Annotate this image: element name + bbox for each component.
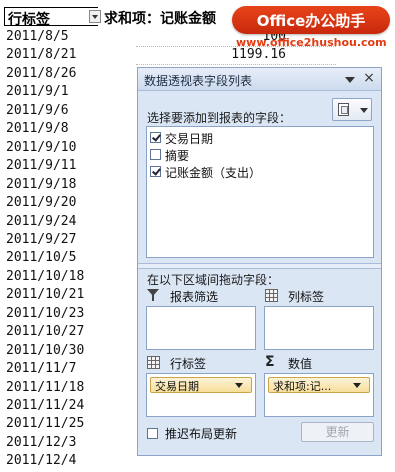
row-date-cell[interactable]: 2011/9/18 <box>6 177 76 192</box>
row-date-cell[interactable]: 2011/9/11 <box>6 158 76 173</box>
layout-icon <box>338 103 349 116</box>
field-label: 交易日期 <box>165 132 214 146</box>
row-date-cell[interactable]: 2011/12/3 <box>6 435 76 450</box>
field-checkbox[interactable] <box>150 132 161 143</box>
table-row[interactable]: 2011/8/21 1199.16 <box>6 46 296 66</box>
value-field-pill[interactable]: 求和项:记... <box>268 377 370 393</box>
row-date-cell[interactable]: 2011/10/27 <box>6 324 84 339</box>
field-checkbox[interactable] <box>150 166 161 177</box>
pane-menu-dropdown-icon[interactable] <box>343 73 357 87</box>
chevron-down-icon <box>360 108 368 113</box>
field-list-layout-button[interactable] <box>332 98 372 121</box>
row-date-cell[interactable]: 2011/8/26 <box>6 66 76 81</box>
row-date-cell[interactable]: 2011/8/5 <box>6 29 69 44</box>
column-grid-icon <box>265 289 278 302</box>
field-item[interactable]: 记账金额（支出） <box>150 164 370 181</box>
chevron-down-icon[interactable] <box>353 383 361 388</box>
field-item[interactable]: 摘要 <box>150 147 370 164</box>
row-label-filter-dropdown-icon[interactable] <box>89 10 101 23</box>
office-helper-logo: Office办公助手 <box>232 6 390 34</box>
row-date-cell[interactable]: 2011/9/6 <box>6 103 69 118</box>
column-labels-label: 列标签 <box>288 290 325 304</box>
row-date-cell[interactable]: 2011/9/27 <box>6 232 76 247</box>
field-label: 记账金额（支出） <box>165 166 262 180</box>
row-date-cell[interactable]: 2011/9/1 <box>6 84 69 99</box>
field-list-box: 交易日期 摘要 记账金额（支出） <box>146 126 374 258</box>
value-field-pill-label: 求和项:记... <box>273 380 332 393</box>
row-field-pill-label: 交易日期 <box>155 380 199 393</box>
row-date-cell[interactable]: 2011/9/24 <box>6 214 76 229</box>
logo-url: www.office2hushou.com <box>236 36 387 49</box>
field-item[interactable]: 交易日期 <box>150 130 370 147</box>
chevron-down-icon[interactable] <box>235 383 243 388</box>
sum-field-header[interactable]: 求和项：记账金额 <box>104 8 216 28</box>
field-checkbox[interactable] <box>150 149 161 160</box>
row-labels-label: 行标签 <box>170 357 207 371</box>
filter-icon <box>147 289 160 302</box>
logo-text: Office办公助手 <box>256 12 366 30</box>
pane-title-bar[interactable]: 数据透视表字段列表 × <box>138 68 381 91</box>
pivot-field-list-pane: 数据透视表字段列表 × 选择要添加到报表的字段： 交易日期 摘要 记账金额（支出… <box>137 67 382 456</box>
defer-update-label: 推迟布局更新 <box>165 427 238 441</box>
pane-title: 数据透视表字段列表 <box>144 74 253 88</box>
row-date-cell[interactable]: 2011/10/18 <box>6 269 84 284</box>
row-grid-icon <box>147 356 160 369</box>
values-dropzone[interactable]: 求和项:记... <box>264 373 374 417</box>
sigma-icon: Σ <box>265 354 275 370</box>
field-label: 摘要 <box>165 149 190 163</box>
row-field-pill[interactable]: 交易日期 <box>150 377 252 393</box>
close-icon[interactable]: × <box>362 70 376 86</box>
select-fields-label: 选择要添加到报表的字段： <box>147 111 292 125</box>
report-filter-dropzone[interactable] <box>146 306 256 350</box>
row-date-cell[interactable]: 2011/11/24 <box>6 398 84 413</box>
row-date-cell[interactable]: 2011/8/21 <box>6 47 76 62</box>
row-label-header: 行标签 <box>8 12 50 28</box>
update-button[interactable]: 更新 <box>301 422 374 442</box>
row-labels-dropzone[interactable]: 交易日期 <box>146 373 256 417</box>
report-filter-label: 报表筛选 <box>170 290 219 304</box>
column-labels-dropzone[interactable] <box>264 306 374 350</box>
row-date-cell[interactable]: 2011/10/30 <box>6 343 84 358</box>
defer-update-checkbox[interactable] <box>147 428 158 439</box>
row-label-header-cell[interactable]: 行标签 <box>4 7 101 28</box>
drag-fields-label: 在以下区域间拖动字段： <box>147 273 280 287</box>
row-date-cell[interactable]: 2011/9/10 <box>6 140 76 155</box>
row-amount-cell[interactable]: 1199.16 <box>196 47 286 62</box>
row-date-cell[interactable]: 2011/9/8 <box>6 121 69 136</box>
row-date-cell[interactable]: 2011/10/5 <box>6 250 76 265</box>
row-date-cell[interactable]: 2011/10/23 <box>6 306 84 321</box>
row-date-cell[interactable]: 2011/10/21 <box>6 287 84 302</box>
row-date-cell[interactable]: 2011/9/20 <box>6 195 76 210</box>
row-date-cell[interactable]: 2011/11/25 <box>6 416 84 431</box>
row-date-cell[interactable]: 2011/11/18 <box>6 380 84 395</box>
values-label: 数值 <box>288 357 313 371</box>
pane-splitter[interactable] <box>138 263 381 269</box>
row-date-cell[interactable]: 2011/11/7 <box>6 361 76 376</box>
row-date-cell[interactable]: 2011/12/4 <box>6 453 76 468</box>
